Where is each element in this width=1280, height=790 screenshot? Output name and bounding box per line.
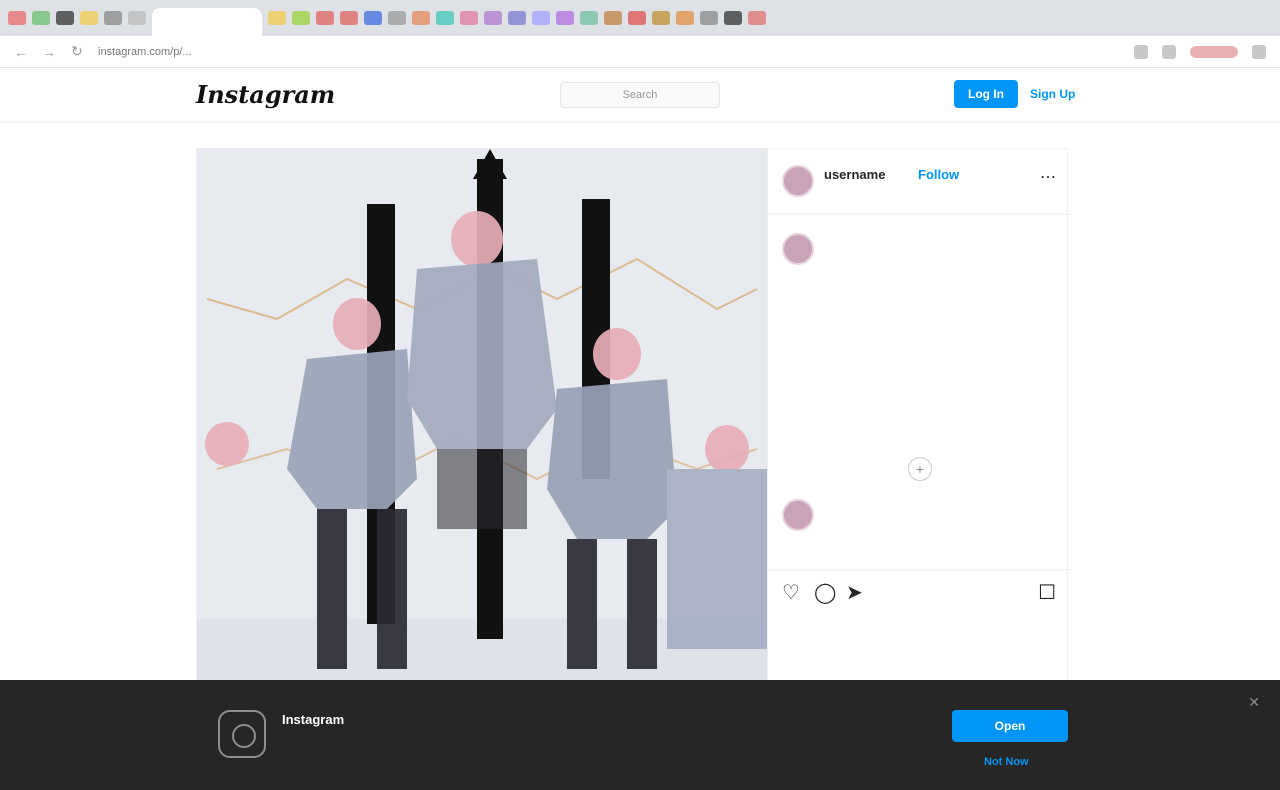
browser-tab[interactable] [412,11,430,25]
browser-tab-bar [0,0,1280,36]
post-caption [824,239,1054,243]
login-button[interactable]: Log In [954,80,1018,108]
browser-tab[interactable] [484,11,502,25]
avatar[interactable] [782,165,814,197]
browser-tab[interactable] [676,11,694,25]
heart-icon[interactable]: ♡ [782,580,800,605]
browser-tab[interactable] [724,11,742,25]
bookmark-icon[interactable]: ☐ [1038,580,1056,605]
not-now-link[interactable]: Not Now [984,756,1029,768]
site-header: Instagram Search Log In Sign Up [0,68,1280,122]
post-sidebar: username Follow ⋯ + ♡ ◯ ➤ ☐ [767,149,1070,689]
browser-tab[interactable] [436,11,454,25]
post-username[interactable]: username [824,167,885,182]
arrow-left-icon[interactable]: ← [14,44,28,60]
banner-title: Instagram [282,712,345,727]
browser-tab[interactable] [340,11,358,25]
arrow-right-icon[interactable]: → [42,44,56,60]
browser-tab[interactable] [56,11,74,25]
browser-tab[interactable] [80,11,98,25]
more-icon[interactable]: ⋯ [1040,167,1056,187]
profile-icon[interactable] [1252,44,1266,59]
comment-icon[interactable]: ◯ [814,580,836,605]
extension-icon[interactable] [1134,44,1148,59]
post-header: username Follow ⋯ [768,149,1070,215]
browser-tab[interactable] [316,11,334,25]
reload-icon[interactable]: ↻ [70,43,84,60]
search-input[interactable]: Search [560,82,720,108]
post-image[interactable] [197,149,767,689]
browser-address-bar: ← → ↻ instagram.com/p/... [0,36,1280,68]
browser-tab[interactable] [8,11,26,25]
browser-tab[interactable] [700,11,718,25]
caption-avatar[interactable] [782,233,814,265]
post-actions: ♡ ◯ ➤ ☐ [768,569,1070,689]
browser-tab-active[interactable] [152,8,262,36]
browser-tab[interactable] [460,11,478,25]
browser-tab[interactable] [604,11,622,25]
instagram-app-icon [218,710,266,758]
browser-tab[interactable] [556,11,574,25]
comment-avatar[interactable] [782,499,814,531]
post-photo-illustration [197,149,767,689]
post-card: username Follow ⋯ + ♡ ◯ ➤ ☐ [196,148,1070,689]
extension-badge[interactable] [1190,45,1238,58]
browser-tab[interactable] [508,11,526,25]
browser-tab[interactable] [32,11,50,25]
load-more-comments-icon[interactable]: + [908,457,932,481]
url-field[interactable]: instagram.com/p/... [98,43,518,61]
browser-tab[interactable] [388,11,406,25]
browser-tab[interactable] [292,11,310,25]
browser-tab[interactable] [104,11,122,25]
browser-tab[interactable] [748,11,766,25]
browser-extensions [1134,44,1266,59]
instagram-logo[interactable]: Instagram [196,80,335,109]
signup-link[interactable]: Sign Up [1030,80,1075,108]
browser-tab[interactable] [628,11,646,25]
close-icon[interactable]: ✕ [1248,694,1260,711]
browser-tab[interactable] [364,11,382,25]
open-app-button[interactable]: Open [952,710,1068,742]
browser-tab[interactable] [532,11,550,25]
follow-button[interactable]: Follow [918,167,959,182]
browser-tab[interactable] [580,11,598,25]
app-install-banner: Instagram Open Not Now ✕ [0,680,1280,790]
browser-tab[interactable] [652,11,670,25]
share-icon[interactable]: ➤ [846,580,863,605]
browser-tab[interactable] [268,11,286,25]
browser-tab[interactable] [128,11,146,25]
extension-icon[interactable] [1162,44,1176,59]
